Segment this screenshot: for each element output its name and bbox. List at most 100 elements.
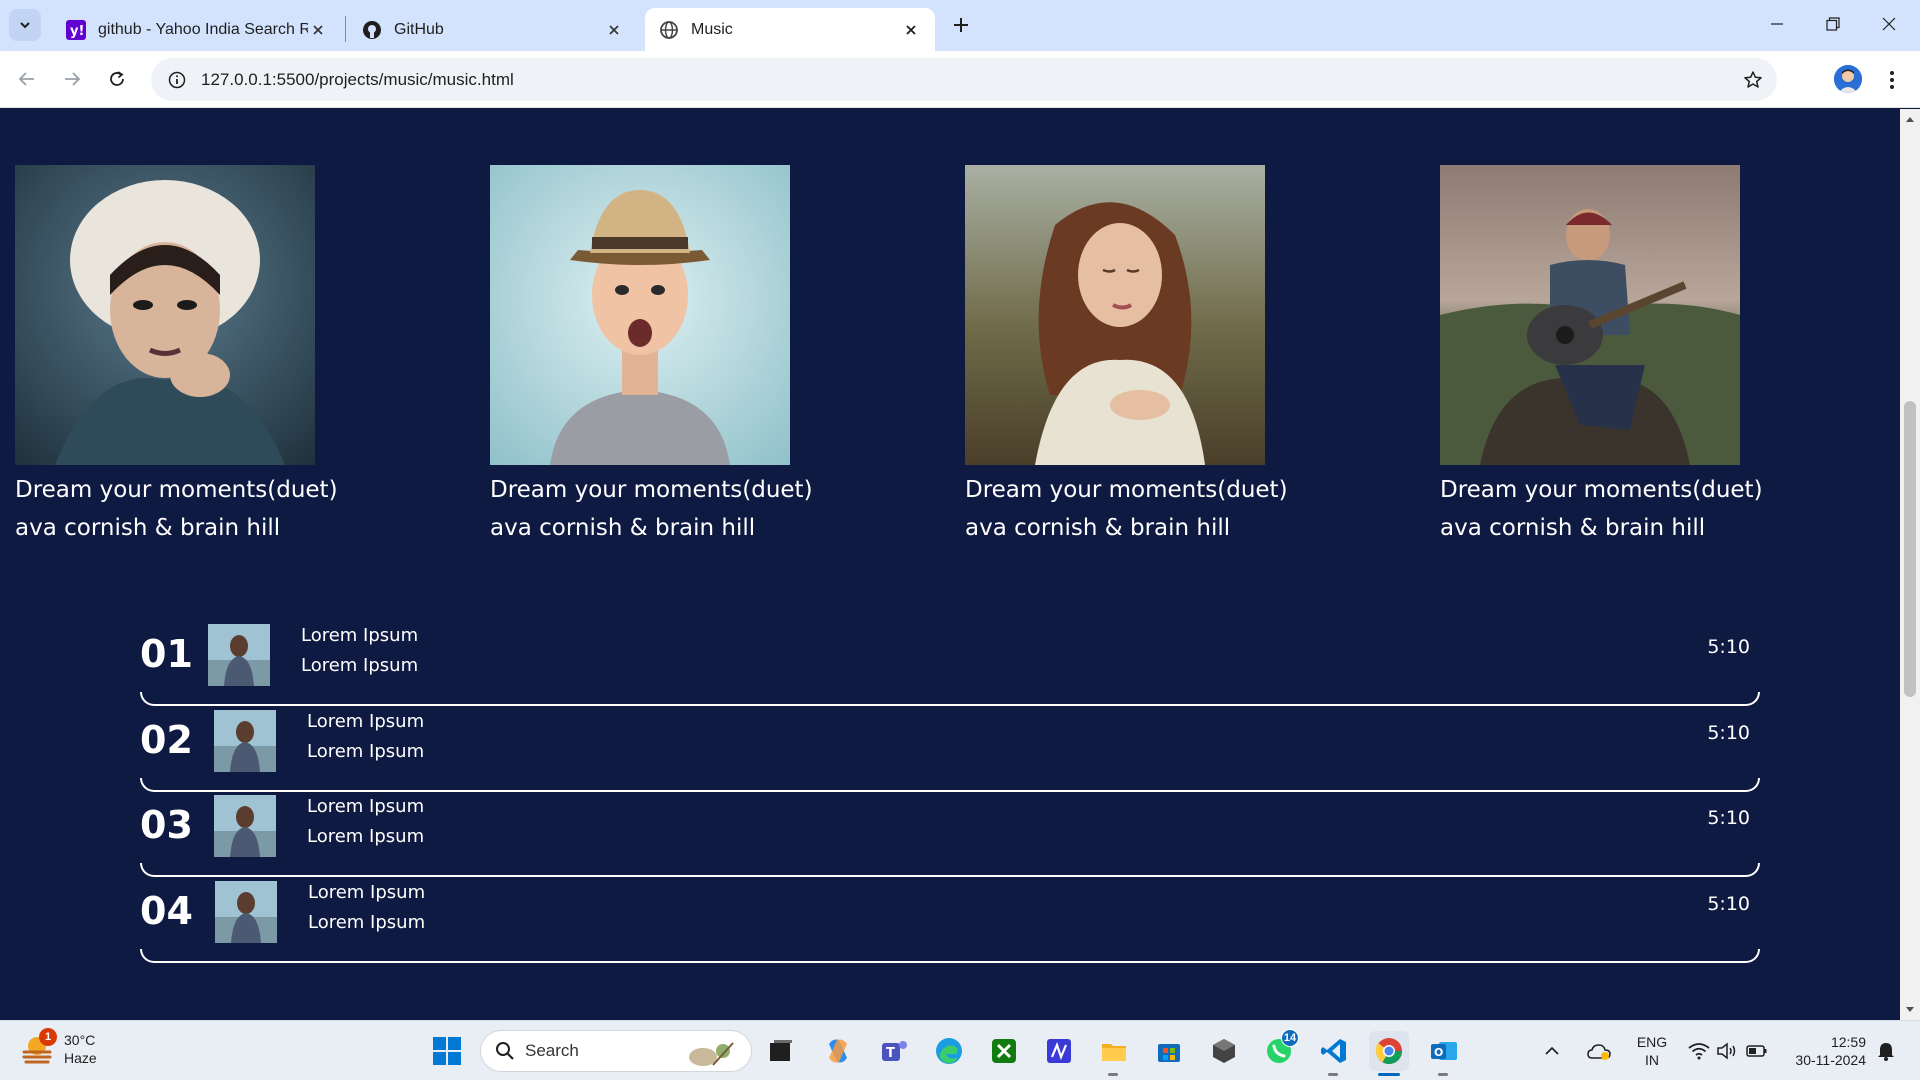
album-card[interactable]: Dream your moments(duet) ava cornish & b… <box>965 165 1305 547</box>
track-row[interactable]: 02 Lorem Ipsum Lorem Ipsum 5:10 <box>140 710 1760 796</box>
weather-badge: 1 <box>39 1028 57 1046</box>
chevron-down-icon <box>20 22 30 29</box>
album-art-woman-field[interactable] <box>965 165 1265 465</box>
vscode-icon <box>1321 1039 1346 1063</box>
tab-yahoo-search[interactable]: y! github - Yahoo India Search Re <box>52 8 342 51</box>
language-indicator[interactable]: ENG IN <box>1632 1033 1672 1069</box>
show-hidden-icons-button[interactable] <box>1541 1031 1563 1071</box>
clock-date: 30-11-2024 <box>1795 1052 1866 1068</box>
track-subtitle: Lorem Ipsum <box>307 741 425 762</box>
browser-menu-button[interactable] <box>1880 65 1904 95</box>
copilot-icon <box>829 1039 847 1063</box>
album-art-man-hat[interactable] <box>490 165 790 465</box>
tab-title: github - Yahoo India Search Re <box>98 20 308 38</box>
track-row[interactable]: 03 Lorem Ipsum Lorem Ipsum 5:10 <box>140 795 1760 881</box>
bookmark-star-icon[interactable] <box>1741 68 1765 92</box>
xbox-button[interactable] <box>984 1031 1024 1071</box>
svg-text:y!: y! <box>70 24 84 39</box>
album-card[interactable]: Dream your moments(duet) ava cornish & b… <box>15 165 355 547</box>
track-divider <box>140 778 1760 792</box>
close-tab-icon[interactable] <box>604 20 624 40</box>
task-view-icon <box>770 1040 792 1061</box>
back-button[interactable] <box>9 61 45 97</box>
task-view-button[interactable] <box>761 1031 801 1071</box>
vscode-button[interactable] <box>1314 1031 1354 1071</box>
track-number: 01 <box>140 632 193 676</box>
whatsapp-button[interactable]: 14 <box>1259 1029 1299 1071</box>
volume-button[interactable] <box>1713 1031 1741 1071</box>
copilot-button[interactable] <box>818 1031 858 1071</box>
weather-widget[interactable]: 1 30°C Haze <box>20 1028 97 1067</box>
search-placeholder: Search <box>525 1041 579 1060</box>
tab-music[interactable]: Music <box>645 8 935 51</box>
start-button[interactable] <box>427 1031 467 1071</box>
language-code: ENG <box>1636 1034 1668 1050</box>
track-title: Lorem Ipsum <box>308 882 426 903</box>
reload-icon <box>110 71 124 86</box>
battery-icon <box>1746 1045 1767 1057</box>
scroll-down-icon[interactable] <box>1904 1004 1916 1016</box>
taskbar-search[interactable]: Search <box>480 1030 752 1072</box>
search-icon <box>496 1042 514 1060</box>
reload-button[interactable] <box>99 61 135 97</box>
page-scrollbar[interactable] <box>1900 109 1920 1020</box>
card-artists: ava cornish & brain hill <box>490 515 756 541</box>
teams-button[interactable]: T <box>874 1031 914 1071</box>
weather-condition: Haze <box>64 1050 97 1066</box>
forward-button[interactable] <box>54 61 90 97</box>
album-art-woman-winter[interactable] <box>15 165 315 465</box>
track-duration: 5:10 <box>1707 893 1750 915</box>
track-thumbnail <box>214 710 276 772</box>
close-tab-icon[interactable] <box>308 20 328 40</box>
close-tab-icon[interactable] <box>901 20 921 40</box>
file-explorer-button[interactable] <box>1094 1031 1134 1071</box>
whatsapp-badge: 14 <box>1281 1029 1299 1047</box>
new-tab-button[interactable] <box>947 11 975 39</box>
close-window-button[interactable] <box>1871 8 1907 40</box>
track-row[interactable]: 01 Lorem Ipsum Lorem Ipsum 5:10 <box>140 624 1760 710</box>
clock-time: 12:59 <box>1830 1034 1866 1050</box>
outlook-button[interactable]: O <box>1424 1031 1464 1071</box>
store-button[interactable] <box>1149 1031 1189 1071</box>
bell-icon <box>1878 1043 1894 1061</box>
active-app-indicator <box>1378 1073 1400 1076</box>
tab-github[interactable]: GitHub <box>348 8 638 51</box>
track-number: 03 <box>140 803 193 847</box>
scroll-up-icon[interactable] <box>1904 113 1916 125</box>
chrome-button[interactable] <box>1369 1031 1409 1071</box>
tab-title: GitHub <box>394 20 444 38</box>
edge-button[interactable] <box>929 1031 969 1071</box>
album-card[interactable]: Dream your moments(duet) ava cornish & b… <box>1440 165 1780 547</box>
weather-temp: 30°C <box>64 1032 96 1048</box>
address-bar[interactable]: 127.0.0.1:5500/projects/music/music.html <box>151 58 1777 101</box>
track-title: Lorem Ipsum <box>307 711 425 732</box>
tab-search-button[interactable] <box>9 9 41 41</box>
album-art-guitarist[interactable] <box>1440 165 1740 465</box>
dev-app-button[interactable] <box>1204 1031 1244 1071</box>
site-info-icon[interactable] <box>157 58 197 101</box>
track-number: 02 <box>140 718 193 762</box>
card-artists: ava cornish & brain hill <box>965 515 1231 541</box>
restore-button[interactable] <box>1815 8 1851 40</box>
battery-button[interactable] <box>1743 1031 1771 1071</box>
math-app-icon <box>1047 1039 1071 1063</box>
close-icon <box>1882 17 1896 31</box>
onedrive-button[interactable] <box>1584 1031 1614 1071</box>
math-app-button[interactable] <box>1039 1031 1079 1071</box>
minimize-button[interactable] <box>1759 8 1795 40</box>
weather-haze-icon: 1 <box>20 1028 57 1066</box>
clock[interactable]: 12:59 30-11-2024 <box>1784 1033 1866 1069</box>
track-thumbnail <box>214 795 276 857</box>
album-card[interactable]: Dream your moments(duet) ava cornish & b… <box>490 165 830 547</box>
search-highlight-icon <box>689 1042 734 1066</box>
card-title: Dream your moments(duet) <box>1440 477 1763 503</box>
card-artists: ava cornish & brain hill <box>15 515 281 541</box>
wifi-button[interactable] <box>1685 1031 1713 1071</box>
notifications-button[interactable] <box>1872 1031 1900 1071</box>
profile-avatar[interactable] <box>1834 65 1862 93</box>
track-row[interactable]: 04 Lorem Ipsum Lorem Ipsum 5:10 <box>140 881 1760 967</box>
windows-taskbar: 1 30°C Haze Search T 14 O ENG IN 12:59 3… <box>0 1020 1920 1080</box>
scrollbar-thumb[interactable] <box>1904 401 1916 697</box>
card-title: Dream your moments(duet) <box>490 477 813 503</box>
track-thumbnail <box>208 624 270 686</box>
